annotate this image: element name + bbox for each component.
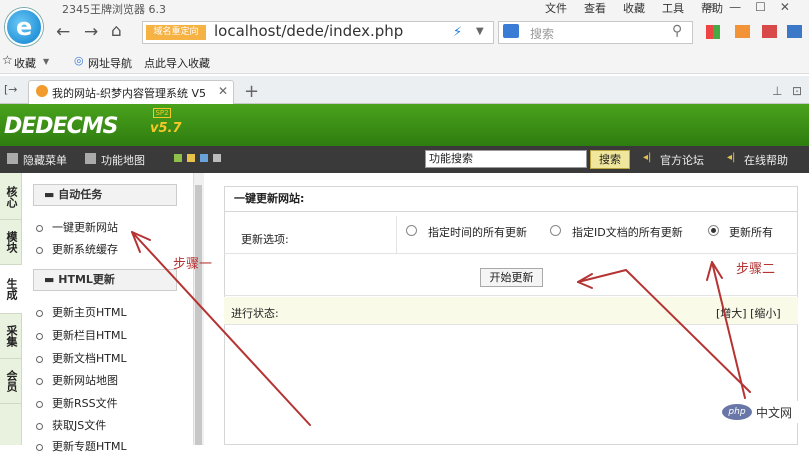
step2-label: 步骤二 [736, 262, 776, 277]
step2-arrow-line [711, 261, 746, 399]
start-arrow-line [577, 268, 751, 393]
watermark-text: 中文网 [756, 406, 793, 420]
annotation-arrows [131, 231, 751, 426]
step1-arrow-line [131, 231, 311, 426]
step1-label: 步骤一 [173, 257, 213, 272]
php-logo: php [722, 404, 752, 420]
